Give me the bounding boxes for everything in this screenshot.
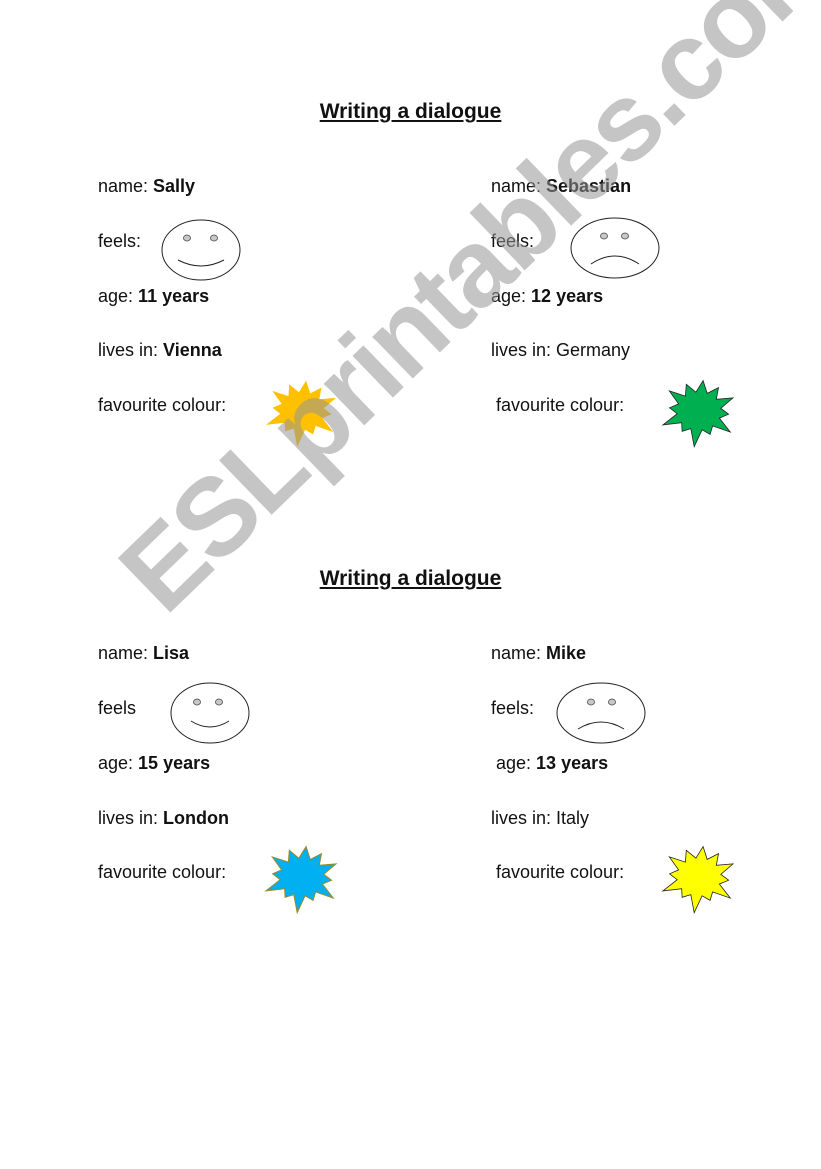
name-value: Mike [546,643,587,663]
name-value: Sebastian [546,176,632,196]
name-row: name: Sebastian [491,176,631,197]
colour-star-icon [661,845,735,914]
lives-row: lives in: Vienna [98,340,222,361]
age-value: 12 years [531,286,604,306]
section-title: Writing a dialogue [319,567,502,590]
lives-value: Italy [556,808,590,828]
name-label: name: [491,176,547,196]
happy-face-icon [170,682,250,744]
star-shape [661,845,735,914]
lives-row: lives in: Germany [491,340,630,361]
lives-label: lives in: [98,808,164,828]
person-card-sebastian: name: Sebastian feels: age: 12 years liv… [491,176,821,476]
person-card-lisa: name: Lisa feels age: 15 years lives in:… [98,643,428,943]
lives-row: lives in: Italy [491,808,589,829]
colour-star-icon [265,380,336,447]
name-row: name: Sally [98,176,195,197]
feels-label: feels [98,698,137,718]
age-row: age: 11 years [98,286,209,307]
section-title: Writing a dialogue [319,100,502,123]
colour-star-icon [264,845,338,914]
name-label: name: [98,176,154,196]
lives-label: lives in: [98,340,164,360]
name-row: name: Mike [491,643,586,664]
age-row: age: 12 years [491,286,603,307]
lives-label: lives in: [491,808,557,828]
colour-label: favourite colour: [98,395,227,415]
star-shape [264,845,338,914]
worksheet-page: Writing a dialogue name: Sally feels: ag… [0,0,821,1169]
age-label: age: [98,286,139,306]
star-shape [265,380,336,447]
star-shape [661,379,735,448]
person-card-mike: name: Mike feels: age: 13 years lives in… [491,643,821,943]
age-label: age: [496,753,537,773]
name-label: name: [491,643,547,663]
age-value: 11 years [138,286,210,306]
name-value: Sally [153,176,196,196]
name-row: name: Lisa [98,643,189,664]
colour-label: favourite colour: [98,862,227,882]
feels-label: feels: [491,698,535,718]
feels-label: feels: [98,231,142,251]
colour-label: favourite colour: [496,395,625,415]
feels-label: feels: [491,231,535,251]
person-card-sally: name: Sally feels: age: 11 years lives i… [98,176,428,476]
lives-row: lives in: London [98,808,229,829]
age-label: age: [491,286,532,306]
lives-label: lives in: [491,340,557,360]
age-value: 15 years [138,753,211,773]
colour-label: favourite colour: [496,862,625,882]
lives-value: Vienna [163,340,222,360]
lives-value: London [163,808,230,828]
happy-face-icon [161,219,241,281]
lives-value: Germany [556,340,631,360]
sad-face-icon [556,682,646,744]
age-row: age: 13 years [496,753,608,774]
name-label: name: [98,643,154,663]
colour-star-icon [661,379,735,448]
age-row: age: 15 years [98,753,210,774]
name-value: Lisa [153,643,190,663]
age-label: age: [98,753,139,773]
age-value: 13 years [536,753,609,773]
sad-face-icon [570,217,660,279]
